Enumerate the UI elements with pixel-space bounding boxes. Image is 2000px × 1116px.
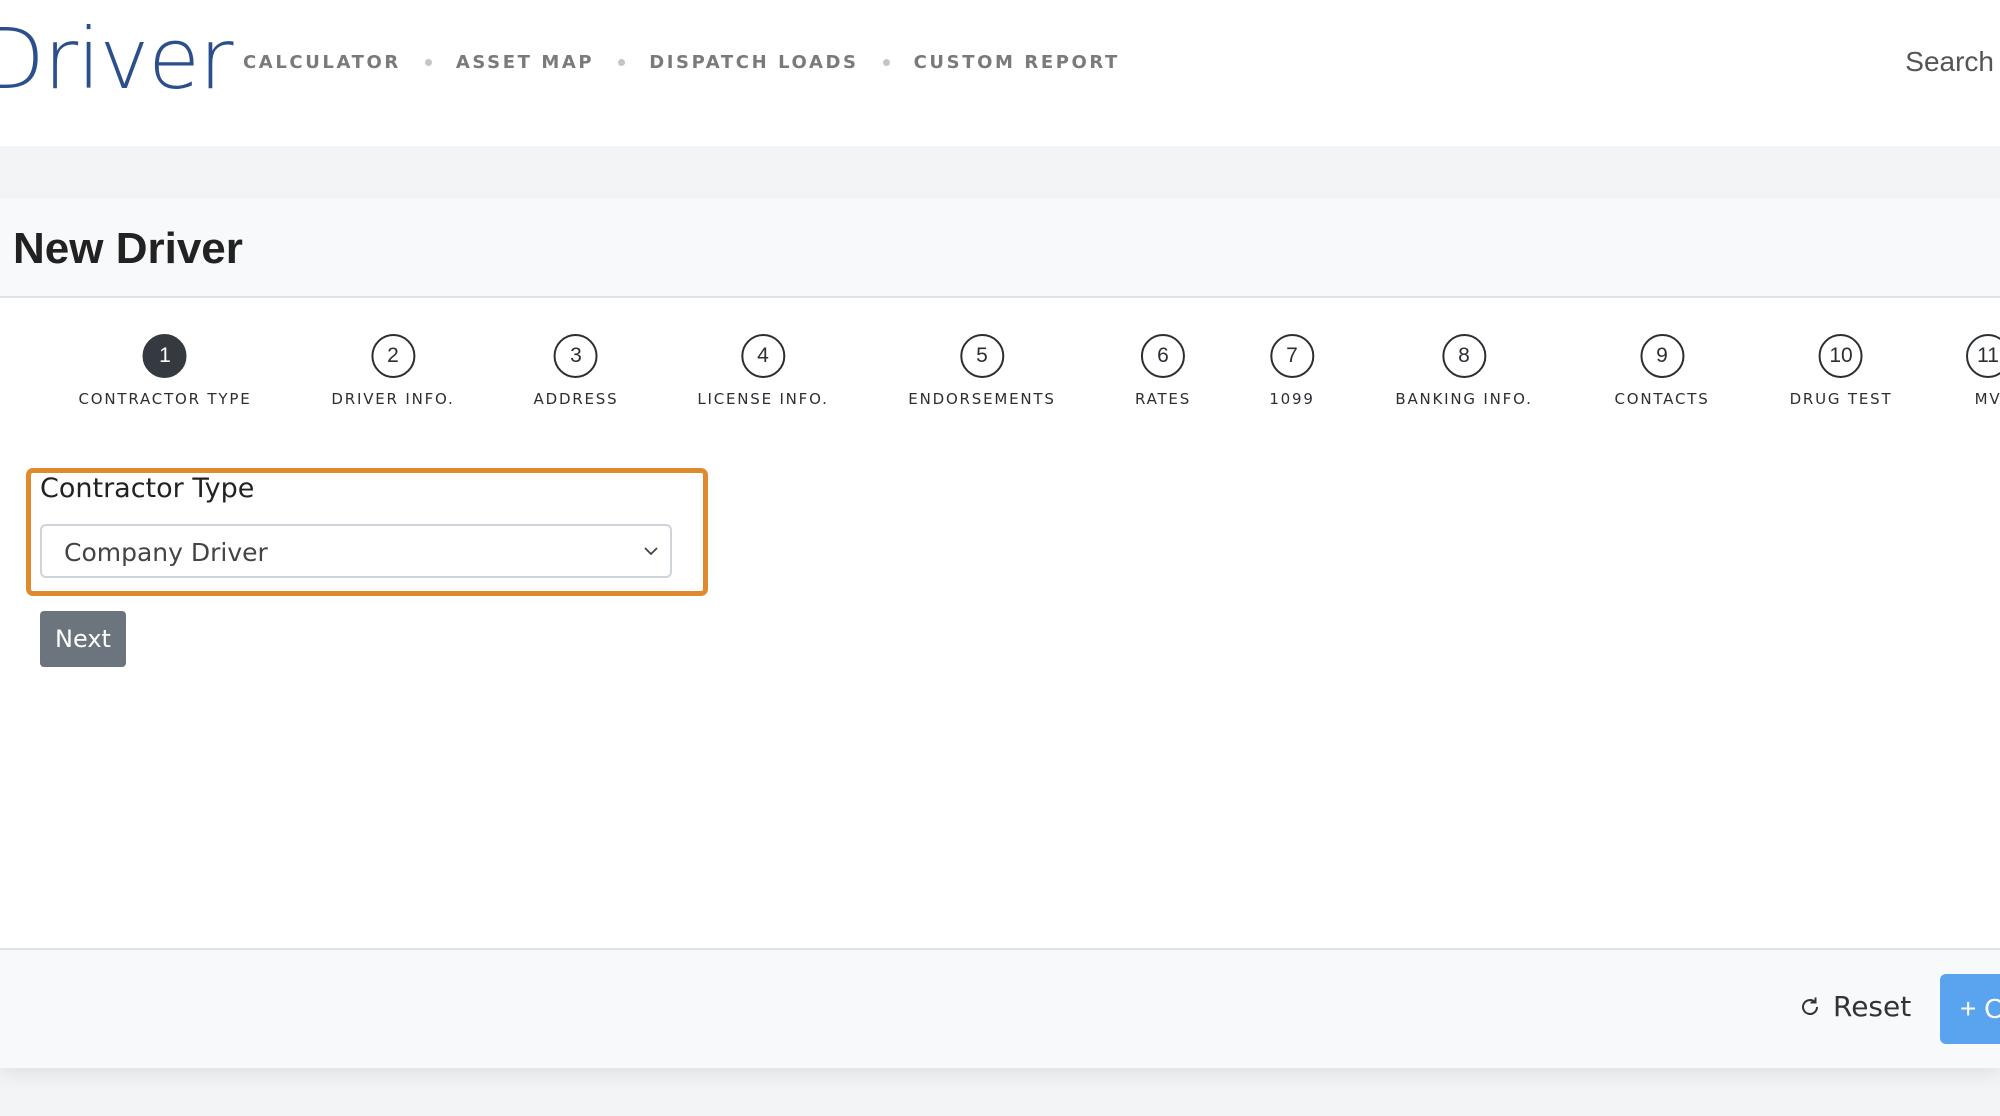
nav-custom-report[interactable]: CUSTOM REPORT xyxy=(914,52,1120,73)
chevron-down-icon xyxy=(644,547,658,556)
step-banking-info[interactable]: 8 BANKING INFO. xyxy=(1395,334,1532,408)
step-1099[interactable]: 7 1099 xyxy=(1269,334,1314,408)
create-button[interactable]: + C xyxy=(1940,974,2000,1044)
step-number: 3 xyxy=(554,334,598,378)
step-license-info[interactable]: 4 LICENSE INFO. xyxy=(697,334,828,408)
step-contractor-type[interactable]: 1 CONTRACTOR TYPE xyxy=(79,334,252,408)
nav-asset-map[interactable]: ASSET MAP xyxy=(456,52,594,73)
step-label: 1099 xyxy=(1269,390,1315,408)
step-number: 2 xyxy=(370,334,415,378)
next-button[interactable]: Next xyxy=(40,611,126,667)
step-number: 5 xyxy=(960,334,1004,378)
step-label: RATES xyxy=(1134,390,1192,408)
step-address[interactable]: 3 ADDRESS xyxy=(534,334,619,408)
reset-label: Reset xyxy=(1833,990,1912,1023)
nav-separator xyxy=(424,59,432,66)
step-number: 1 xyxy=(143,334,187,378)
step-rates[interactable]: 6 RATES xyxy=(1135,334,1191,408)
step-number: 8 xyxy=(1441,334,1486,378)
step-label: CONTRACTOR TYPE xyxy=(78,390,252,408)
step-number: 9 xyxy=(1640,334,1684,378)
step-label: ADDRESS xyxy=(533,390,619,408)
step-endorsements[interactable]: 5 ENDORSEMENTS xyxy=(908,334,1055,408)
search-link[interactable]: Search xyxy=(1905,46,1994,78)
card-header: New Driver xyxy=(0,198,2000,298)
step-label: LICENSE INFO. xyxy=(697,390,829,408)
contractor-type-select[interactable]: Company Driver xyxy=(40,524,672,578)
step-number: 7 xyxy=(1270,334,1314,378)
nav-calculator[interactable]: CALCULATOR xyxy=(243,52,401,73)
step-number: 6 xyxy=(1140,334,1185,378)
step-driver-info[interactable]: 2 DRIVER INFO. xyxy=(331,334,454,408)
main-nav: CALCULATOR ASSET MAP DISPATCH LOADS CUST… xyxy=(243,52,1120,73)
step-contacts[interactable]: 9 CONTACTS xyxy=(1614,334,1709,408)
step-label: ENDORSEMENTS xyxy=(908,390,1056,408)
step-number: 4 xyxy=(740,334,785,378)
nav-separator xyxy=(882,59,890,66)
step-number: 11 xyxy=(1966,334,2000,378)
step-label: BANKING INFO. xyxy=(1395,390,1533,408)
brand-logo-text[interactable]: Driver xyxy=(0,10,233,108)
step-label: CONTACTS xyxy=(1614,390,1710,408)
page-title: New Driver xyxy=(13,224,243,273)
step-mvr[interactable]: 11 MV xyxy=(1966,334,2000,408)
card-footer: Reset + C xyxy=(0,948,2000,1068)
nav-dispatch-loads[interactable]: DISPATCH LOADS xyxy=(649,52,858,73)
wizard-stepper: 1 CONTRACTOR TYPE 2 DRIVER INFO. 3 ADDRE… xyxy=(0,334,2000,424)
contractor-type-label: Contractor Type xyxy=(40,473,255,504)
step-label: DRIVER INFO. xyxy=(331,390,455,408)
step-number: 10 xyxy=(1819,334,1863,378)
top-navbar: Driver CALCULATOR ASSET MAP DISPATCH LOA… xyxy=(0,0,2000,146)
reset-button[interactable]: Reset xyxy=(1797,990,1911,1023)
step-drug-test[interactable]: 10 DRUG TEST xyxy=(1790,334,1893,408)
refresh-icon xyxy=(1802,997,1818,1015)
step-label: MV xyxy=(1974,390,2000,408)
step-label: DRUG TEST xyxy=(1789,390,1893,408)
nav-separator xyxy=(618,59,626,66)
select-value: Company Driver xyxy=(64,538,268,567)
new-driver-card: New Driver 1 CONTRACTOR TYPE 2 DRIVER IN… xyxy=(0,198,2000,1068)
